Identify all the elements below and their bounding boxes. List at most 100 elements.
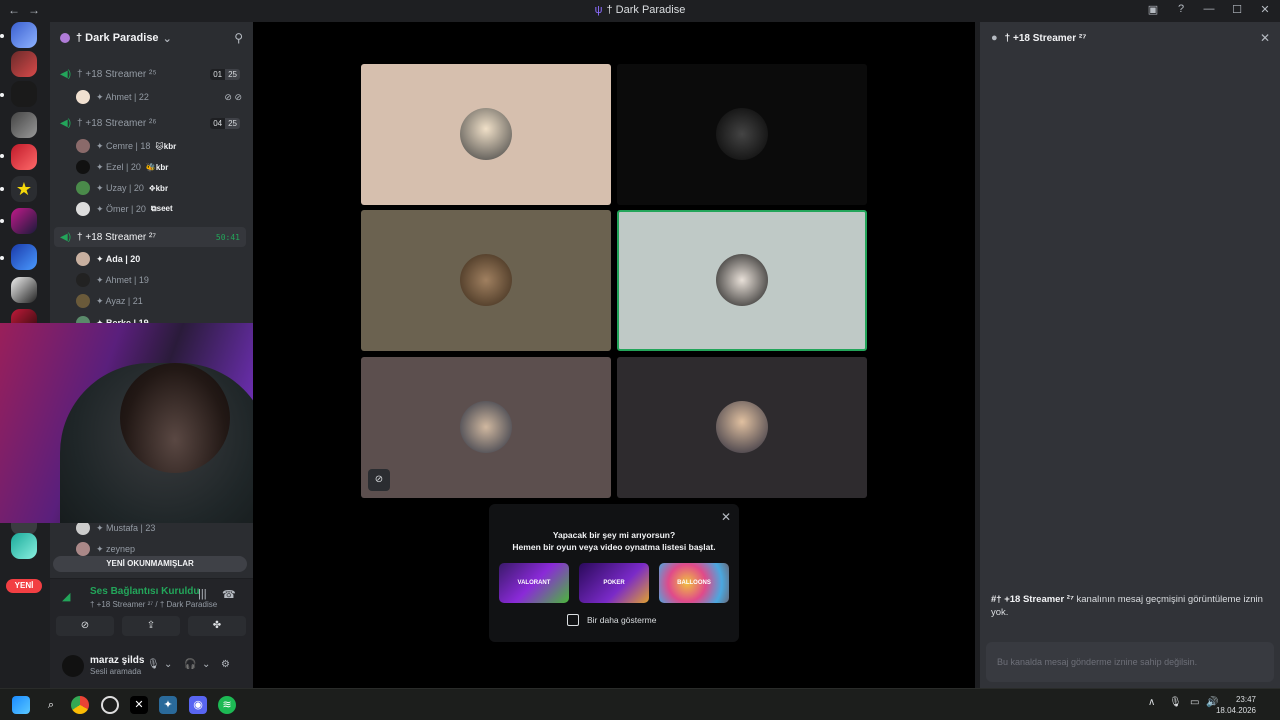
voice-member[interactable]: ✦ Ahmet | 19 <box>76 271 246 289</box>
avatar <box>76 181 90 195</box>
activity-card[interactable]: BALLOONS <box>659 563 729 603</box>
voice-channel[interactable]: ◀) † +18 Streamer ²⁶ 04 25 <box>54 113 246 133</box>
windows-start-icon[interactable] <box>12 696 30 714</box>
user-count: 04 25 <box>210 117 240 129</box>
chevron-down-icon: ⌄ <box>162 32 172 45</box>
clock[interactable]: 23:47 18.04.2026 <box>1216 694 1256 716</box>
screen-share-button[interactable]: ⇪ <box>122 616 180 636</box>
participant-tile[interactable]: ⊘ <box>361 357 611 498</box>
voice-member[interactable]: ✦ Cemre | 18 🐱kbr <box>76 137 246 155</box>
user-panel: maraz şilds Sesli aramada 🎙 ⌄ 🎧 ⌄ ⚙ <box>50 648 253 688</box>
server-header[interactable]: † Dark Paradise ⌄ ⚲ <box>50 22 253 54</box>
spotify-icon[interactable]: ≋ <box>218 696 236 714</box>
clan-tag: 🐝kbr <box>146 163 168 172</box>
activity-card[interactable]: POKER <box>579 563 649 603</box>
mic-tray-icon[interactable]: 🎙 <box>1169 697 1182 708</box>
clan-tag-text: kbr <box>155 183 169 193</box>
voice-member[interactable]: ✦ Ayaz | 21 <box>76 292 246 310</box>
tray-chevron-icon[interactable]: ∧ <box>1148 697 1155 708</box>
participant-avatar <box>460 254 512 306</box>
window-title-text: † Dark Paradise <box>606 4 686 16</box>
mic-icon[interactable]: 🎙 <box>147 659 160 670</box>
voice-channel[interactable]: ◀) † +18 Streamer ²⁵ 01 25 <box>54 64 246 84</box>
participant-avatar <box>716 108 768 160</box>
participant-tile[interactable] <box>617 357 867 498</box>
search-icon[interactable]: ⌕ <box>42 696 60 714</box>
avatar[interactable] <box>62 655 84 677</box>
server-icon[interactable] <box>11 244 37 270</box>
voice-status[interactable]: Ses Bağlantısı Kuruldu <box>90 586 199 597</box>
clan-tag-text: seet <box>156 204 173 213</box>
voice-member[interactable]: ✦ Ahmet | 22 ⊘ ⊘ <box>76 88 246 106</box>
server-icon[interactable] <box>11 144 37 170</box>
username[interactable]: maraz şilds <box>90 655 144 666</box>
server-icon[interactable] <box>11 277 37 303</box>
clan-tag-text: kbr <box>163 141 177 151</box>
user-status: Sesli aramada <box>90 667 142 676</box>
member-name: ✦ Cemre | 18 <box>96 140 151 151</box>
activity-button[interactable]: ✤ <box>188 616 246 636</box>
new-unread-pill[interactable]: YENİ <box>6 579 42 593</box>
muted-deafened-icon: ⊘ ⊘ <box>224 91 242 102</box>
server-icon[interactable] <box>11 22 37 48</box>
capcut-icon[interactable]: ✕ <box>130 696 148 714</box>
dont-show-checkbox[interactable] <box>567 614 579 626</box>
signal-icon[interactable]: ◢ <box>62 590 70 603</box>
close-icon[interactable]: ✕ <box>721 510 731 524</box>
minimize-button[interactable]: — <box>1202 3 1216 16</box>
close-icon[interactable]: ✕ <box>1260 31 1270 45</box>
chrome-icon[interactable] <box>71 696 89 714</box>
member-name: ✦ Ahmet | 19 <box>96 274 149 285</box>
activity-card[interactable]: VALORANT <box>499 563 569 603</box>
voice-member[interactable]: ✦ Ömer | 20 ⧉seet <box>76 200 246 218</box>
user-count-limit: 25 <box>225 117 240 129</box>
server-icon[interactable]: ★ <box>11 176 37 202</box>
close-window-button[interactable]: ✕ <box>1258 3 1272 16</box>
dont-show-label[interactable]: Bir daha gösterme <box>587 615 656 625</box>
display-tray-icon[interactable]: ▭ <box>1190 697 1199 708</box>
clan-tag: 🐱kbr <box>155 142 176 151</box>
discord-icon[interactable]: ◉ <box>189 696 207 714</box>
server-icon[interactable] <box>11 208 37 234</box>
unread-pip <box>0 34 4 38</box>
member-name: ✦ Mustafa | 23 <box>96 522 156 533</box>
participant-tile[interactable] <box>617 64 867 205</box>
app-icon[interactable] <box>101 696 119 714</box>
inbox-icon[interactable]: ▣ <box>1146 3 1160 16</box>
participant-avatar <box>716 401 768 453</box>
new-unreads-button[interactable]: YENİ OKUNMAMIŞLAR <box>53 556 247 572</box>
voice-member[interactable]: ✦ Ezel | 20 🐝kbr <box>76 158 246 176</box>
server-icon[interactable] <box>11 112 37 138</box>
app-icon[interactable]: ✦ <box>159 696 177 714</box>
message-input[interactable]: Bu kanalda mesaj gönderme iznine sahip d… <box>986 642 1274 682</box>
add-friend-icon[interactable]: ⚲ <box>234 31 243 45</box>
disconnect-icon[interactable]: ☎ <box>222 588 236 601</box>
maximize-button[interactable]: ☐ <box>1230 3 1244 16</box>
noise-suppression-icon[interactable]: ||| <box>198 588 207 600</box>
participant-tile[interactable] <box>361 210 611 351</box>
server-icon[interactable] <box>11 81 37 107</box>
help-icon[interactable]: ? <box>1174 3 1188 16</box>
unread-pip <box>0 219 4 223</box>
server-icon[interactable] <box>11 51 37 77</box>
taskbar: ⌕ ✕ ✦ ◉ ≋ ∧ 🎙 ▭ 🔊 23:47 18.04.2026 <box>0 688 1280 720</box>
headset-chevron-down-icon[interactable]: ⌄ <box>202 659 210 670</box>
participant-avatar <box>716 254 768 306</box>
camera-button[interactable]: ⊘ <box>56 616 114 636</box>
participant-tile-speaking[interactable] <box>617 210 867 351</box>
clan-tag: ✥kbr <box>149 184 168 193</box>
headset-icon[interactable]: 🎧 <box>184 659 196 670</box>
voice-channel-active[interactable]: ◀) † +18 Streamer ²⁷ 50:41 <box>54 227 246 247</box>
voice-member[interactable]: ✦ Ada | 20 <box>76 250 246 268</box>
clan-tag: ⧉seet <box>151 204 173 214</box>
server-icon[interactable] <box>11 533 37 559</box>
unread-pip <box>0 256 4 260</box>
mic-chevron-down-icon[interactable]: ⌄ <box>164 659 172 670</box>
notice-channel: #† +18 Streamer ²⁷ <box>991 594 1074 605</box>
gear-icon[interactable]: ⚙ <box>221 659 230 670</box>
voice-connection-panel: ◢ Ses Bağlantısı Kuruldu † +18 Streamer … <box>50 578 253 648</box>
chat-title: † +18 Streamer ²⁷ <box>1004 32 1087 44</box>
participant-tile[interactable] <box>361 64 611 205</box>
voice-channel-path[interactable]: † +18 Streamer ²⁷ / † Dark Paradise <box>90 600 217 609</box>
voice-member[interactable]: ✦ Uzay | 20 ✥kbr <box>76 179 246 197</box>
